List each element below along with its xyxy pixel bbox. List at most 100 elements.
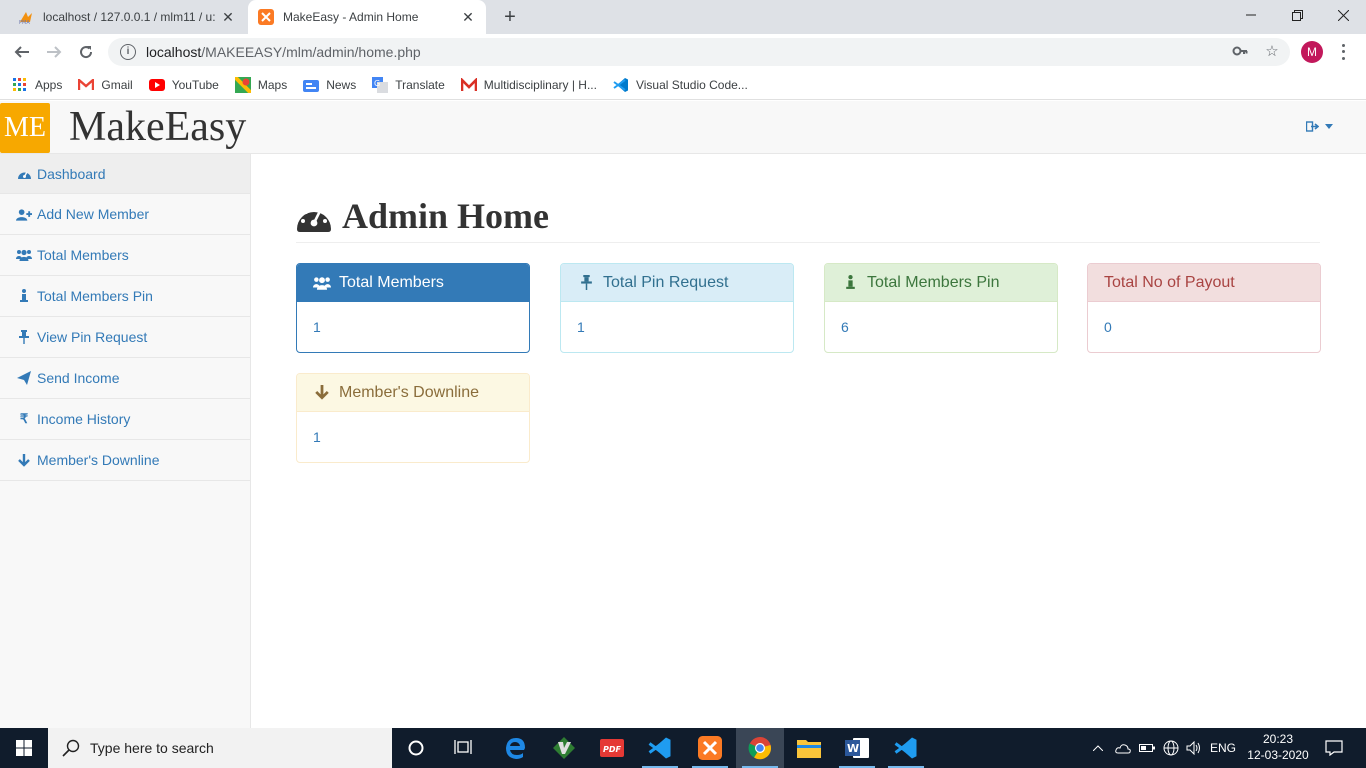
users-icon <box>313 275 331 291</box>
clock-time: 20:23 <box>1262 732 1294 746</box>
info-icon[interactable]: i <box>120 44 136 60</box>
bookmark-label: Multidisciplinary | H... <box>483 77 597 92</box>
panel-value[interactable]: 1 <box>297 302 529 352</box>
panel-value[interactable]: 1 <box>297 412 529 462</box>
bookmark-apps[interactable]: Apps <box>12 77 62 93</box>
sidebar-item-label: Dashboard <box>37 165 106 182</box>
pin-icon <box>577 275 595 291</box>
taskbar-word[interactable]: W <box>833 728 881 768</box>
taskbar-pdf[interactable]: PDF <box>588 728 636 768</box>
main-content: Admin Home Total Members 1 Total Pin Req… <box>251 154 1366 728</box>
avatar[interactable]: M <box>1301 41 1323 63</box>
panel-heading: Total Pin Request <box>561 264 793 302</box>
sidebar-item-label: Total Members <box>37 247 129 263</box>
chrome-icon <box>748 737 772 760</box>
bookmark-gmail[interactable]: Gmail <box>78 77 133 93</box>
windows-logo-icon <box>16 740 32 756</box>
taskbar-vim[interactable] <box>540 728 588 768</box>
taskbar-edge[interactable] <box>491 728 539 768</box>
onedrive-icon[interactable] <box>1112 728 1134 768</box>
language-indicator[interactable]: ENG <box>1206 728 1240 768</box>
bookmark-maps[interactable]: Maps <box>234 76 287 93</box>
sidebar-item-dashboard[interactable]: Dashboard <box>0 154 250 194</box>
bookmark-translate[interactable]: G Translate <box>372 76 445 93</box>
word-icon: W <box>845 738 869 758</box>
brand-name[interactable]: MakeEasy <box>69 103 246 151</box>
panel-total-pin-request[interactable]: Total Pin Request 1 <box>560 263 794 353</box>
gmail-icon <box>78 77 95 93</box>
panel-heading: Total No of Payout <box>1088 264 1320 302</box>
bookmark-label: Gmail <box>101 77 133 92</box>
tab-phpmyadmin[interactable]: PMA localhost / 127.0.0.1 / mlm11 / u: ✕ <box>8 0 246 34</box>
taskbar-vscode[interactable] <box>636 728 684 768</box>
tab-makeeasy[interactable]: MakeEasy - Admin Home ✕ <box>248 0 486 34</box>
restore-button[interactable] <box>1274 0 1320 30</box>
close-window-button[interactable] <box>1320 0 1366 30</box>
panel-total-payout[interactable]: Total No of Payout 0 <box>1087 263 1321 353</box>
pin-icon <box>16 330 32 344</box>
action-center-button[interactable] <box>1316 728 1352 768</box>
forward-button[interactable] <box>42 40 66 64</box>
panel-total-members-pin[interactable]: Total Members Pin 6 <box>824 263 1058 353</box>
network-globe-icon[interactable] <box>1160 728 1182 768</box>
svg-text:PMA: PMA <box>19 20 30 25</box>
arrow-right-icon <box>47 46 62 58</box>
taskbar-xampp[interactable] <box>686 728 734 768</box>
close-icon[interactable]: ✕ <box>460 9 476 26</box>
star-icon[interactable]: ☆ <box>1263 43 1281 61</box>
reload-button[interactable] <box>74 40 98 64</box>
sidebar-item-label: Add New Member <box>37 206 150 222</box>
taskbar-search-box[interactable]: Type here to search <box>48 728 392 768</box>
panel-value[interactable]: 1 <box>561 302 793 352</box>
bookmark-news[interactable]: News <box>303 77 356 93</box>
cortana-button[interactable] <box>392 728 440 768</box>
user-menu-dropdown[interactable] <box>1306 121 1333 132</box>
new-tab-button[interactable]: + <box>498 5 522 29</box>
task-view-button[interactable] <box>440 728 488 768</box>
sidebar-item-send-income[interactable]: Send Income <box>0 358 250 399</box>
close-icon[interactable]: ✕ <box>220 9 236 26</box>
sidebar-item-income-history[interactable]: ₹ Income History <box>0 399 250 440</box>
url-text: localhost/MAKEEASY/mlm/admin/home.php <box>146 44 421 60</box>
taskbar-file-explorer[interactable] <box>785 728 833 768</box>
bookmark-label: Translate <box>395 77 445 92</box>
key-icon[interactable] <box>1231 43 1249 61</box>
bookmark-vscode[interactable]: Visual Studio Code... <box>613 77 748 93</box>
panel-members-downline[interactable]: Member's Downline 1 <box>296 373 530 463</box>
minimize-button[interactable] <box>1228 0 1274 30</box>
address-bar[interactable]: i localhost/MAKEEASY/mlm/admin/home.php <box>108 38 1290 66</box>
start-button[interactable] <box>0 728 48 768</box>
panel-value[interactable]: 6 <box>825 302 1057 352</box>
tab-title: localhost / 127.0.0.1 / mlm11 / u: <box>43 10 216 24</box>
sidebar-item-total-members[interactable]: Total Members <box>0 235 250 276</box>
sidebar-item-members-downline[interactable]: Member's Downline <box>0 440 250 481</box>
users-icon <box>16 248 32 262</box>
restore-icon <box>1291 9 1303 21</box>
show-hidden-icons-button[interactable] <box>1088 728 1108 768</box>
sidebar-item-label: Total Members Pin <box>37 288 153 304</box>
taskbar-chrome[interactable] <box>736 728 784 768</box>
brand-logo[interactable]: ME <box>0 103 50 153</box>
chevron-up-icon <box>1093 745 1103 751</box>
sidebar-item-total-members-pin[interactable]: Total Members Pin <box>0 276 250 317</box>
apps-grid-icon <box>12 77 28 93</box>
volume-icon[interactable] <box>1184 728 1204 768</box>
close-icon <box>1337 9 1349 21</box>
caret-down-icon <box>1325 124 1333 129</box>
battery-icon[interactable] <box>1136 728 1158 768</box>
panel-total-members[interactable]: Total Members 1 <box>296 263 530 353</box>
back-button[interactable] <box>10 40 34 64</box>
bookmark-multidisciplinary[interactable]: Multidisciplinary | H... <box>460 77 597 93</box>
panel-value[interactable]: 0 <box>1088 302 1320 352</box>
sidebar-item-label: View Pin Request <box>37 329 148 345</box>
sidebar-item-add-member[interactable]: Add New Member <box>0 194 250 235</box>
svg-text:G: G <box>374 79 380 88</box>
taskbar-vscode-2[interactable] <box>882 728 930 768</box>
system-clock[interactable]: 20:23 12-03-2020 <box>1240 731 1316 763</box>
tab-title: MakeEasy - Admin Home <box>283 10 419 24</box>
bookmark-youtube[interactable]: YouTube <box>148 77 219 93</box>
menu-kebab-icon[interactable] <box>1338 42 1348 62</box>
xampp-icon <box>698 736 722 760</box>
panel-heading: Total Members Pin <box>825 264 1057 302</box>
sidebar-item-view-pin-request[interactable]: View Pin Request <box>0 317 250 358</box>
